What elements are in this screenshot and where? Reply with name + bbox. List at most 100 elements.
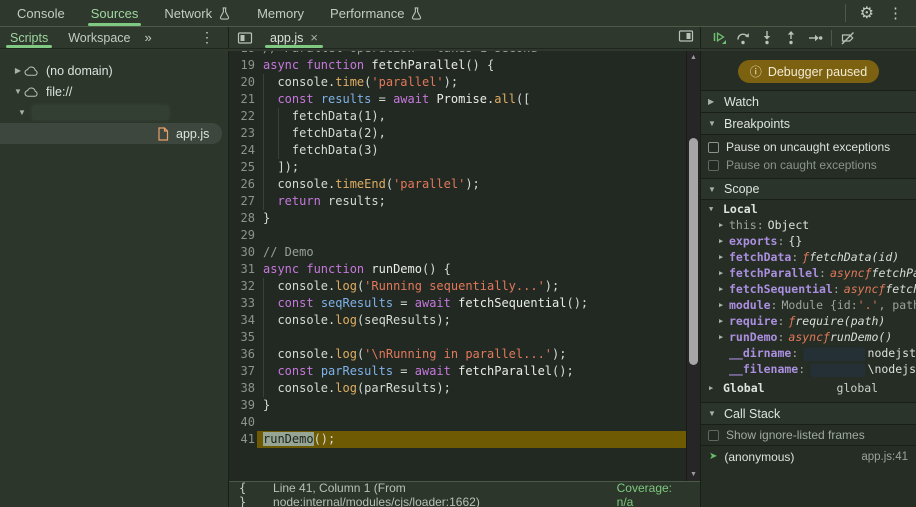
close-icon[interactable]: × — [310, 30, 318, 45]
checkbox[interactable] — [708, 430, 719, 441]
code-line[interactable]: 28} — [229, 210, 686, 227]
scope-local-group[interactable]: ▼ Local — [701, 200, 916, 217]
code-line[interactable]: 33 const seqResults = await fetchSequent… — [229, 295, 686, 312]
chevron-right-icon[interactable]: ▶ — [719, 237, 729, 245]
code-line-execution[interactable]: 41runDemo(); — [229, 431, 686, 448]
step-button[interactable] — [803, 28, 827, 48]
braces-icon[interactable]: { } — [239, 481, 263, 507]
chevron-right-icon[interactable]: ▶ — [719, 301, 729, 309]
line-number[interactable]: 30 — [229, 244, 255, 261]
scrollbar-thumb[interactable] — [689, 138, 698, 365]
ignore-listed-frames-toggle[interactable]: Show ignore-listed frames — [701, 424, 916, 445]
scope-variable-this[interactable]: ▶this:Object — [701, 217, 916, 233]
tree-item--no-domain-[interactable]: ▶(no domain) — [0, 60, 228, 81]
line-number[interactable]: 36 — [229, 346, 255, 363]
call-stack-section-header[interactable]: ▼ Call Stack — [701, 402, 916, 424]
code-line[interactable]: 32 console.log('Running sequentially...'… — [229, 278, 686, 295]
tree-item-file-[interactable]: ▼file:// — [0, 81, 228, 102]
line-number[interactable]: 25 — [229, 159, 255, 176]
line-number[interactable]: 38 — [229, 380, 255, 397]
line-number[interactable]: 26 — [229, 176, 255, 193]
scope-variable-dirname[interactable]: __dirname:nodejst — [701, 345, 916, 361]
line-number[interactable]: 24 — [229, 142, 255, 159]
tab-performance[interactable]: Performance — [317, 0, 436, 26]
code-line[interactable]: 27 return results; — [229, 193, 686, 210]
tab-workspace[interactable]: Workspace — [58, 27, 140, 48]
tab-sources[interactable]: Sources — [78, 0, 152, 26]
chevron-right-icon[interactable]: ▶ — [719, 253, 729, 261]
step-over-button[interactable] — [731, 28, 755, 48]
line-number[interactable]: 34 — [229, 312, 255, 329]
code-line[interactable]: 37 const parResults = await fetchParalle… — [229, 363, 686, 380]
line-number[interactable]: 33 — [229, 295, 255, 312]
line-number[interactable]: 20 — [229, 74, 255, 91]
tab-memory[interactable]: Memory — [244, 0, 317, 26]
chevron-right-icon[interactable]: ▶ — [719, 269, 729, 277]
code-viewport[interactable]: 18// Parallel operation - takes 1 second… — [229, 51, 700, 481]
scope-variable-module[interactable]: ▶module:Module {id: '.', path — [701, 297, 916, 313]
code-line[interactable]: 23 fetchData(2), — [229, 125, 686, 142]
breakpoint-option[interactable]: Pause on uncaught exceptions — [701, 138, 916, 156]
code-line[interactable]: 25 ]); — [229, 159, 686, 176]
chevron-right-icon[interactable]: ▶ — [719, 221, 729, 229]
code-line[interactable]: 38 console.log(parResults); — [229, 380, 686, 397]
scope-variable-runDemo[interactable]: ▶runDemo:async ƒ runDemo() — [701, 329, 916, 345]
tree-item-app.js[interactable]: app.js — [0, 123, 222, 144]
scope-section-header[interactable]: ▼ Scope — [701, 178, 916, 200]
scope-variable-fetchSequential[interactable]: ▶fetchSequential:async ƒ fetchSequential… — [701, 281, 916, 297]
watch-section-header[interactable]: ▶ Watch — [701, 90, 916, 112]
tab-scripts[interactable]: Scripts — [0, 27, 58, 48]
line-number[interactable]: 29 — [229, 227, 255, 244]
code-line[interactable]: 26 console.timeEnd('parallel'); — [229, 176, 686, 193]
breakpoints-section-header[interactable]: ▼ Breakpoints — [701, 112, 916, 134]
tab-console[interactable]: Console — [4, 0, 78, 26]
checkbox[interactable] — [708, 160, 719, 171]
line-number[interactable]: 31 — [229, 261, 255, 278]
scope-variable-exports[interactable]: ▶exports:{} — [701, 233, 916, 249]
line-number[interactable]: 37 — [229, 363, 255, 380]
loader-link[interactable]: node:internal/modules/cjs/loader:1662 — [273, 495, 476, 507]
navigator-toggle-icon[interactable] — [237, 31, 253, 45]
chevron-right-icon[interactable]: ▶ — [12, 66, 24, 75]
editor-scrollbar[interactable]: ▲ ▼ — [686, 51, 700, 481]
scope-global-group[interactable]: ▶ Global global — [701, 380, 916, 396]
chevron-right-icon[interactable]: ▶ — [719, 333, 729, 341]
tab-network[interactable]: Network — [151, 0, 244, 26]
resume-button[interactable] — [707, 28, 731, 48]
editor-tab-appjs[interactable]: app.js × — [263, 27, 325, 48]
chevron-down-icon[interactable]: ▼ — [16, 108, 28, 117]
scroll-up-icon[interactable]: ▲ — [687, 54, 700, 61]
line-number[interactable]: 21 — [229, 91, 255, 108]
line-number[interactable]: 22 — [229, 108, 255, 125]
line-number[interactable]: 23 — [229, 125, 255, 142]
code-line[interactable]: 19async function fetchParallel() { — [229, 57, 686, 74]
code-line[interactable]: 40 — [229, 414, 686, 431]
code-line[interactable]: 20 console.time('parallel'); — [229, 74, 686, 91]
code-line[interactable]: 24 fetchData(3) — [229, 142, 686, 159]
code-line[interactable]: 22 fetchData(1), — [229, 108, 686, 125]
step-out-button[interactable] — [779, 28, 803, 48]
line-number[interactable]: 35 — [229, 329, 255, 346]
chevron-right-icon[interactable]: ▶ — [719, 317, 729, 325]
code-line[interactable]: 36 console.log('\nRunning in parallel...… — [229, 346, 686, 363]
code-line[interactable]: 35 — [229, 329, 686, 346]
code-line[interactable]: 21 const results = await Promise.all([ — [229, 91, 686, 108]
sidebar-toggle-icon[interactable] — [678, 29, 694, 43]
line-number[interactable]: 28 — [229, 210, 255, 227]
gear-icon[interactable]: ⚙ — [853, 3, 881, 23]
line-number[interactable]: 27 — [229, 193, 255, 210]
chevron-down-icon[interactable]: ▼ — [12, 87, 24, 96]
step-into-button[interactable] — [755, 28, 779, 48]
code-line[interactable]: 30// Demo — [229, 244, 686, 261]
scope-variable-fetchData[interactable]: ▶fetchData:ƒ fetchData(id) — [701, 249, 916, 265]
scope-variable-fetchParallel[interactable]: ▶fetchParallel:async ƒ fetchParallel() — [701, 265, 916, 281]
chevron-right-icon[interactable]: ▶ — [719, 285, 729, 293]
line-number[interactable]: 39 — [229, 397, 255, 414]
scroll-down-icon[interactable]: ▼ — [687, 471, 700, 478]
tree-item-redacted[interactable]: ▼ — [0, 102, 228, 123]
kebab-menu-icon[interactable]: ⋮ — [200, 29, 214, 46]
line-number[interactable]: 41 — [229, 431, 255, 448]
line-number[interactable]: 19 — [229, 57, 255, 74]
breakpoint-option[interactable]: Pause on caught exceptions — [701, 156, 916, 174]
line-number[interactable]: 40 — [229, 414, 255, 431]
